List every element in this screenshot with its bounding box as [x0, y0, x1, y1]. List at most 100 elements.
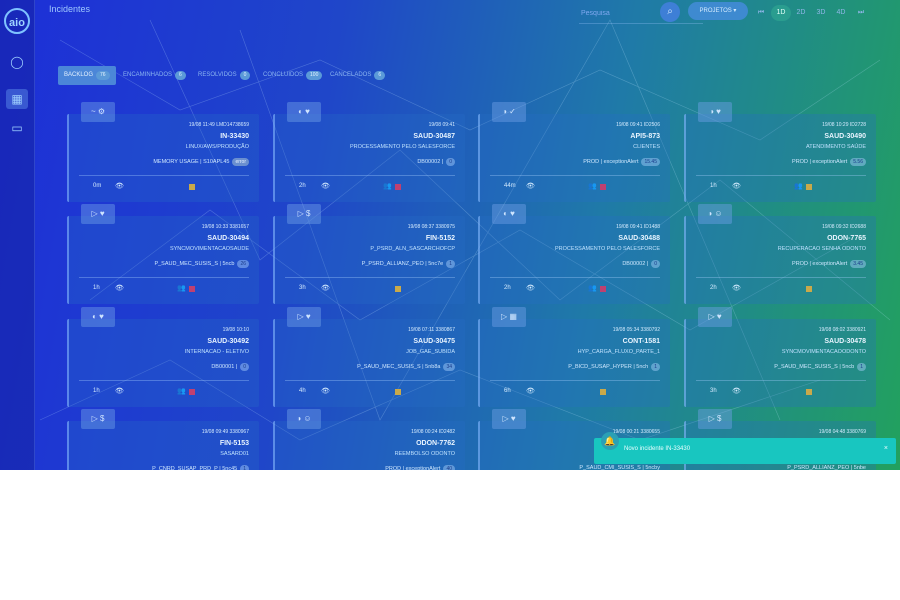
tab-encaminhados[interactable]: ENCAMINHADOS 6: [123, 66, 186, 85]
incident-badge: 34: [443, 363, 455, 371]
eye-icon[interactable]: 👁: [115, 387, 124, 395]
category-icons: ▷ $: [287, 204, 321, 224]
users-icon[interactable]: 👥: [588, 182, 597, 190]
tab-label: ENCAMINHADOS: [123, 72, 173, 78]
context-text: PROD | exceptionAlert: [385, 466, 441, 470]
users-icon[interactable]: 👥: [588, 284, 597, 292]
window-icon[interactable]: ▭: [6, 118, 28, 138]
tab-count: 100: [306, 71, 323, 80]
elapsed-time: 1h: [93, 285, 100, 291]
incident-context: DB00002 | 0: [622, 260, 660, 268]
incident-context: DB00002 | 0: [417, 158, 455, 166]
incident-card[interactable]: ▷ ♥ 19/08 08:02 3380921 SAUD-30478 SYNCMOVI…: [684, 307, 876, 407]
incident-card[interactable]: ◐ ♥ 19/08 10:10 SAUD-30492 INTERNACAO - ELE…: [67, 307, 259, 407]
category-icons: ~ ⚙: [81, 102, 115, 122]
eye-icon[interactable]: 👁: [321, 182, 330, 190]
incident-card[interactable]: ◑ ☺ 19/08 09:32 ID2688 ODON-7765 RECUPERACA…: [684, 204, 876, 304]
incident-code: SAUD-30487: [413, 133, 455, 140]
context-text: PROD | exceptionAlert: [583, 159, 639, 165]
incident-description: RECUPERACAO SENHA ODONTO: [777, 246, 866, 252]
category-icons: ◐ ♥: [287, 102, 321, 122]
tab-label: CANCELADOS: [330, 72, 372, 78]
tab-cancelados[interactable]: CANCELADOS 6: [330, 66, 386, 85]
incident-card[interactable]: ◑ ♥ 19/08 10:29 ID2728 SAUD-30490 ATENDIMEN…: [684, 102, 876, 202]
card-divider: [696, 277, 866, 278]
period-4d[interactable]: 4D: [831, 5, 851, 21]
context-text: P_SAUD_MEC_SUSIS_S | 5ncb: [774, 364, 855, 370]
search-button[interactable]: ⌕: [660, 2, 680, 22]
incident-card[interactable]: ~ ⚙ 19/08 11:49 LMD14738659 IN-33430 LINUX/…: [67, 102, 259, 202]
elapsed-time: 2h: [299, 183, 306, 189]
first-page-icon[interactable]: ⏮: [751, 5, 771, 21]
period-3d[interactable]: 3D: [811, 5, 831, 21]
users-icon[interactable]: 👥: [794, 182, 803, 190]
users-icon[interactable]: 👥: [177, 284, 186, 292]
incident-card[interactable]: ▷ $ 19/08 08:37 3380975 FIN-5152 P_PSRD_ALN…: [273, 204, 465, 304]
incident-timestamp: 19/08 05:34 3380792: [612, 327, 660, 333]
incident-card[interactable]: ◑ ✓ 19/08 09:41 ID2506 API5-873 CLIENTES PRO…: [478, 102, 670, 202]
eye-icon[interactable]: 👁: [732, 182, 741, 190]
eye-icon[interactable]: 👁: [526, 182, 535, 190]
tab-concluidos[interactable]: CONCLUIDOS 100: [263, 66, 323, 85]
incident-code: SAUD-30494: [207, 235, 249, 242]
eye-icon[interactable]: 👁: [732, 387, 741, 395]
flag-icon: [806, 184, 812, 190]
context-text: P_SAUD_CMI_SUSIS_S | 5ncby: [579, 465, 660, 470]
category-icons: ▷ $: [81, 409, 115, 429]
users-icon[interactable]: 👥: [177, 387, 186, 395]
incident-description: HYP_CARGA_FLUXO_PARTE_1: [577, 349, 660, 355]
incident-code: SAUD-30478: [824, 338, 866, 345]
search-icon: ⌕: [667, 6, 673, 17]
card-divider: [696, 175, 866, 176]
incident-code: CONT-1581: [622, 338, 660, 345]
incident-code: IN-33430: [220, 133, 249, 140]
incident-card[interactable]: ◐ ♥ 19/08 09:41 ID1488 SAUD-30488 PROCESSAM…: [478, 204, 670, 304]
incident-timestamp: 19/08 10:33 3381657: [201, 224, 249, 230]
incident-card[interactable]: ▷ $ 19/08 09:49 3380967 FIN-5153 SASARD01 P_…: [67, 409, 259, 470]
category-icons: ▷ ♥: [698, 307, 732, 327]
incident-description: INTERNACAO - ELETIVO: [184, 349, 249, 355]
incident-card[interactable]: ◐ ♥ 19/08 09:41 SAUD-30487 PROCESSAMENTO PE…: [273, 102, 465, 202]
grid-icon[interactable]: ▦: [6, 89, 28, 109]
search-input[interactable]: [579, 3, 703, 24]
notification-toast[interactable]: 🔔 Novo incidente IN-33430 ×: [594, 432, 896, 464]
users-icon[interactable]: 👥: [383, 182, 392, 190]
incident-context: DB00001 | 0: [211, 363, 249, 371]
elapsed-time: 1h: [710, 183, 717, 189]
incident-badge: error: [232, 158, 249, 166]
incident-timestamp: 19/08 11:49 LMD14738659: [188, 122, 249, 128]
period-1d[interactable]: 1D: [771, 5, 791, 21]
incident-timestamp: 19/08 09:41 ID1488: [616, 224, 660, 230]
incident-timestamp: 19/08 09:49 3380967: [201, 429, 249, 435]
incident-description: P_PSRD_ALN_SASCARCHOFCP: [370, 246, 455, 252]
elapsed-time: 3h: [299, 285, 306, 291]
incident-card[interactable]: ▷ ▦ 19/08 05:34 3380792 CONT-1581 HYP_CARGA…: [478, 307, 670, 407]
eye-icon[interactable]: 👁: [115, 284, 124, 292]
incident-code: ODON-7762: [416, 440, 455, 447]
incident-context: P_SAUD_MEC_SUSIS_S | 5ncb 26: [154, 260, 249, 268]
eye-icon[interactable]: 👁: [526, 284, 535, 292]
category-icons: ▷ ▦: [492, 307, 526, 327]
eye-icon[interactable]: 👁: [321, 387, 330, 395]
context-text: DB00001 |: [211, 364, 238, 370]
eye-icon[interactable]: 👁: [115, 182, 124, 190]
last-page-icon[interactable]: ⏭: [851, 5, 871, 21]
eye-icon[interactable]: 👁: [321, 284, 330, 292]
incident-card[interactable]: ◑ ☺ 19/08 00:24 ID2482 ODON-7762 REEMBOLSO …: [273, 409, 465, 470]
incident-context: P_PSRD_ALLIANZ_PEO | 5nbe: [787, 465, 866, 470]
eye-icon[interactable]: 👁: [732, 284, 741, 292]
incident-card[interactable]: ▷ ♥ 19/08 10:33 3381657 SAUD-30494 SYNCMOVI…: [67, 204, 259, 304]
projects-dropdown[interactable]: PROJETOS ▾: [688, 2, 748, 20]
incident-code: SAUD-30490: [824, 133, 866, 140]
eye-icon[interactable]: 👁: [526, 387, 535, 395]
flag-icon: [600, 389, 606, 395]
incident-timestamp: 19/08 09:41: [428, 122, 455, 128]
tab-backlog[interactable]: BACKLOG 76: [58, 66, 116, 85]
card-divider: [79, 277, 249, 278]
incident-card[interactable]: ▷ ♥ 19/08 07:11 3380867 SAUD-30475 JOB_GAE_…: [273, 307, 465, 407]
close-icon[interactable]: ×: [884, 445, 888, 452]
incident-context: P_PSRD_ALLIANZ_PEO | 5nc7e 1: [362, 260, 455, 268]
user-circle-icon[interactable]: ◯: [6, 52, 28, 72]
period-2d[interactable]: 2D: [791, 5, 811, 21]
tab-resolvidos[interactable]: RESOLVIDOS 0: [198, 66, 251, 85]
